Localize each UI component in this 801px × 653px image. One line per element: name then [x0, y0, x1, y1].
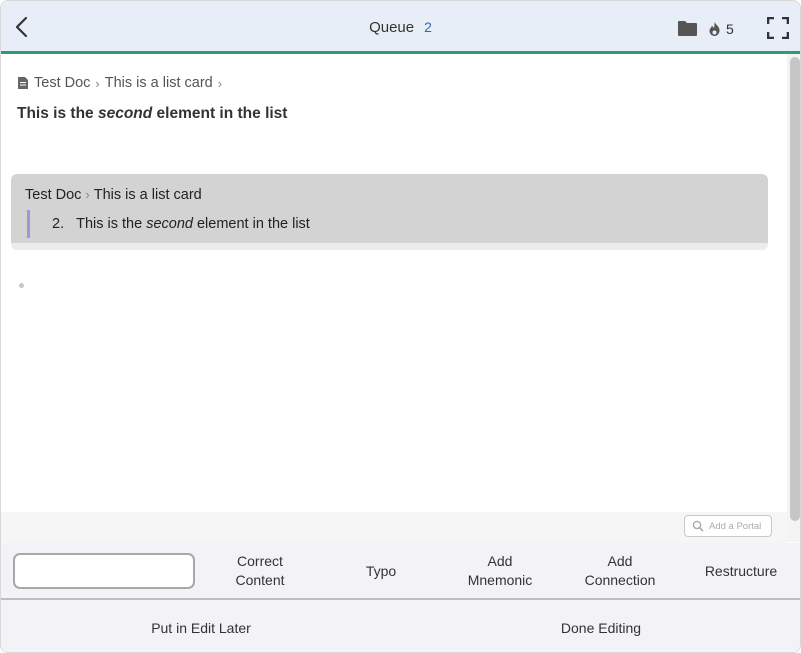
- context-list-item: 2. This is the second element in the list: [27, 210, 310, 238]
- add-mnemonic-button[interactable]: Add Mnemonic: [442, 551, 558, 591]
- correct-content-button[interactable]: Correct Content: [202, 551, 318, 591]
- add-portal-button[interactable]: Add a Portal: [684, 515, 772, 537]
- breadcrumb-card-link[interactable]: This is a list card: [105, 75, 213, 91]
- card-title: This is the second element in the list: [17, 105, 288, 122]
- breadcrumb: Test Doc › This is a list card ›: [18, 75, 227, 91]
- edit-later-button[interactable]: Put in Edit Later: [1, 600, 401, 652]
- search-icon: [692, 520, 704, 532]
- fire-icon: [709, 22, 720, 36]
- portal-strip: [1, 512, 787, 543]
- document-icon: [18, 77, 28, 89]
- context-breadcrumb: Test Doc › This is a list card: [25, 187, 202, 203]
- app-window: Queue 2 5 Test Doc › This is a list card: [0, 0, 801, 653]
- chevron-right-icon: ›: [217, 75, 223, 91]
- breadcrumb-doc-link[interactable]: Test Doc: [34, 75, 90, 91]
- action-input[interactable]: [13, 553, 195, 589]
- title-emphasis: second: [97, 105, 153, 122]
- fullscreen-icon[interactable]: [767, 17, 789, 39]
- chevron-right-icon: ›: [85, 187, 90, 202]
- header: Queue 2 5: [1, 1, 800, 54]
- done-editing-button[interactable]: Done Editing: [401, 600, 800, 652]
- context-emphasis: second: [146, 216, 193, 232]
- folder-icon[interactable]: [677, 20, 698, 37]
- bottom-bar: Put in Edit Later Done Editing: [1, 600, 800, 652]
- restructure-button[interactable]: Restructure: [683, 551, 799, 591]
- scrollbar-thumb[interactable]: [790, 57, 800, 521]
- empty-bullet[interactable]: [19, 283, 24, 288]
- queue-count: 2: [424, 19, 432, 35]
- context-panel: Test Doc › This is a list card 2. This is t…: [11, 174, 768, 250]
- context-card-link[interactable]: This is a list card: [94, 187, 202, 203]
- queue-title: Queue: [369, 19, 415, 36]
- chevron-right-icon: ›: [95, 75, 100, 91]
- fire-count: 5: [726, 21, 734, 37]
- action-bar: Correct Content Typo Add Mnemonic Add Conne…: [1, 543, 800, 600]
- typo-button[interactable]: Typo: [323, 551, 439, 591]
- add-connection-button[interactable]: Add Connection: [562, 551, 678, 591]
- context-doc-link[interactable]: Test Doc: [25, 187, 81, 203]
- list-number: 2.: [52, 216, 65, 232]
- add-portal-label: Add a Portal: [709, 520, 762, 532]
